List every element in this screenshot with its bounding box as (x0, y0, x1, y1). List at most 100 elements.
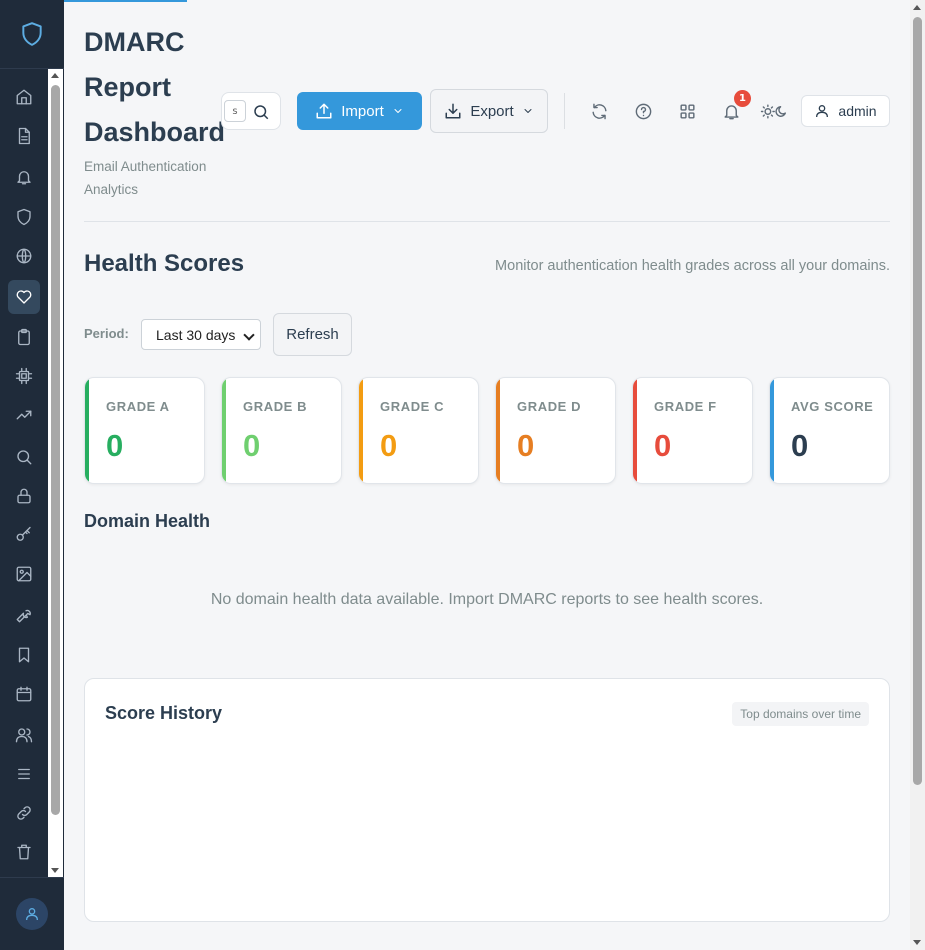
link-icon (17, 806, 31, 820)
card-accent (633, 378, 637, 483)
sidebar-item-lock[interactable] (8, 479, 40, 513)
sidebar-item-users[interactable] (8, 718, 40, 752)
scroll-up-arrow-icon[interactable] (51, 73, 59, 78)
score-history-card: Score History Top domains over time (84, 678, 890, 922)
chevron-down-icon (394, 109, 402, 113)
search-icon (254, 105, 269, 120)
grade-value: 0 (106, 428, 124, 463)
user-name: admin (838, 103, 877, 119)
grade-card-b: GRADE B 0 (221, 377, 342, 484)
sidebar-item-calendar[interactable] (8, 677, 40, 711)
import-button[interactable]: Import (297, 92, 422, 130)
refresh-icon (591, 103, 607, 119)
score-history-title: Score History (105, 703, 223, 723)
grade-label: GRADE F (654, 399, 717, 414)
scroll-down-arrow-icon[interactable] (51, 868, 59, 873)
scroll-up-arrow-icon[interactable] (913, 5, 921, 10)
avatar[interactable] (16, 898, 48, 930)
sidebar-item-clipboard[interactable] (8, 320, 40, 354)
shield-icon (17, 208, 31, 226)
sidebar-item-processor[interactable] (8, 359, 40, 393)
sidebar-item-keys[interactable] (8, 518, 40, 552)
card-accent (496, 378, 500, 483)
user-icon (26, 908, 38, 921)
sidebar-scrollbar-thumb[interactable] (51, 85, 60, 815)
chevron-down-icon (243, 329, 255, 341)
notification-badge: 1 (734, 90, 751, 107)
sidebar-item-links[interactable] (8, 796, 40, 830)
grade-label: AVG SCORE (791, 399, 874, 414)
calendar-icon (16, 686, 32, 702)
dashboard-layout-button[interactable] (675, 99, 699, 123)
user-icon (816, 105, 829, 118)
period-select[interactable]: Last 30 days (141, 319, 261, 350)
scroll-down-arrow-icon[interactable] (913, 940, 921, 945)
sidebar-scrollbar[interactable] (48, 69, 63, 877)
grade-label: GRADE A (106, 399, 170, 414)
theme-toggle[interactable] (757, 99, 793, 123)
shield-logo-icon (22, 22, 42, 46)
search-shortcut-key: s (224, 100, 246, 122)
grade-value: 0 (517, 428, 535, 463)
grade-card-a: GRADE A 0 (84, 377, 205, 484)
empty-state-message: No domain health data available. Import … (210, 591, 764, 608)
domain-health-title: Domain Health (84, 511, 211, 531)
page-scrollbar-thumb[interactable] (913, 17, 922, 785)
grade-value: 0 (654, 428, 672, 463)
sidebar-item-reports[interactable] (8, 119, 40, 153)
search-icon (17, 450, 32, 465)
bookmark-icon (18, 647, 30, 663)
sidebar-item-bookmarks[interactable] (8, 638, 40, 672)
sidebar-logo[interactable] (0, 0, 64, 69)
sidebar-item-tools[interactable] (8, 598, 40, 632)
export-button[interactable]: Export (430, 89, 548, 133)
export-label: Export (470, 102, 514, 120)
key-icon (16, 526, 31, 541)
grade-card-c: GRADE C 0 (358, 377, 479, 484)
sidebar-item-security[interactable] (8, 200, 40, 234)
help-circle-icon (635, 103, 651, 119)
search-button[interactable]: s (221, 92, 281, 130)
sidebar-item-health[interactable] (8, 280, 40, 314)
sidebar (0, 0, 64, 950)
heart-icon (16, 290, 32, 304)
grade-value: 0 (380, 428, 398, 463)
sidebar-item-trash[interactable] (8, 835, 40, 869)
page-subtitle: Email Authentication Analytics (84, 159, 207, 197)
score-history-tag: Top domains over time (732, 702, 869, 726)
sidebar-item-list[interactable] (8, 757, 40, 791)
sidebar-item-search[interactable] (8, 440, 40, 474)
sidebar-item-home[interactable] (8, 80, 40, 114)
refresh-button[interactable]: Refresh (273, 313, 352, 356)
cpu-icon (15, 367, 33, 385)
grade-label: GRADE B (243, 399, 308, 414)
user-menu-button[interactable]: admin (801, 95, 890, 127)
avg-score-card: AVG SCORE 0 (769, 377, 890, 484)
image-icon (16, 566, 32, 582)
refresh-data-button[interactable] (587, 99, 611, 123)
page-scrollbar[interactable] (910, 0, 925, 950)
upload-icon (316, 103, 332, 119)
sidebar-footer (0, 877, 64, 950)
clipboard-icon (18, 328, 30, 346)
section-title: Health Scores (84, 250, 245, 277)
help-button[interactable] (631, 99, 655, 123)
card-accent (222, 378, 226, 483)
sidebar-item-alerts[interactable] (8, 160, 40, 194)
sidebar-item-trends[interactable] (8, 398, 40, 432)
sidebar-item-images[interactable] (8, 557, 40, 591)
sun-moon-icon (760, 103, 787, 119)
import-label: Import (341, 102, 384, 120)
chevron-down-icon (524, 109, 532, 113)
card-accent (85, 378, 89, 483)
lock-icon (17, 488, 31, 504)
period-label: Period: (84, 326, 129, 341)
trending-up-icon (16, 410, 32, 420)
grid-icon (679, 103, 695, 119)
wrench-icon (16, 609, 31, 623)
grade-label: GRADE C (380, 399, 445, 414)
card-accent (359, 378, 363, 483)
sidebar-item-domains[interactable] (8, 239, 40, 273)
home-icon (16, 89, 32, 105)
card-accent (770, 378, 774, 483)
